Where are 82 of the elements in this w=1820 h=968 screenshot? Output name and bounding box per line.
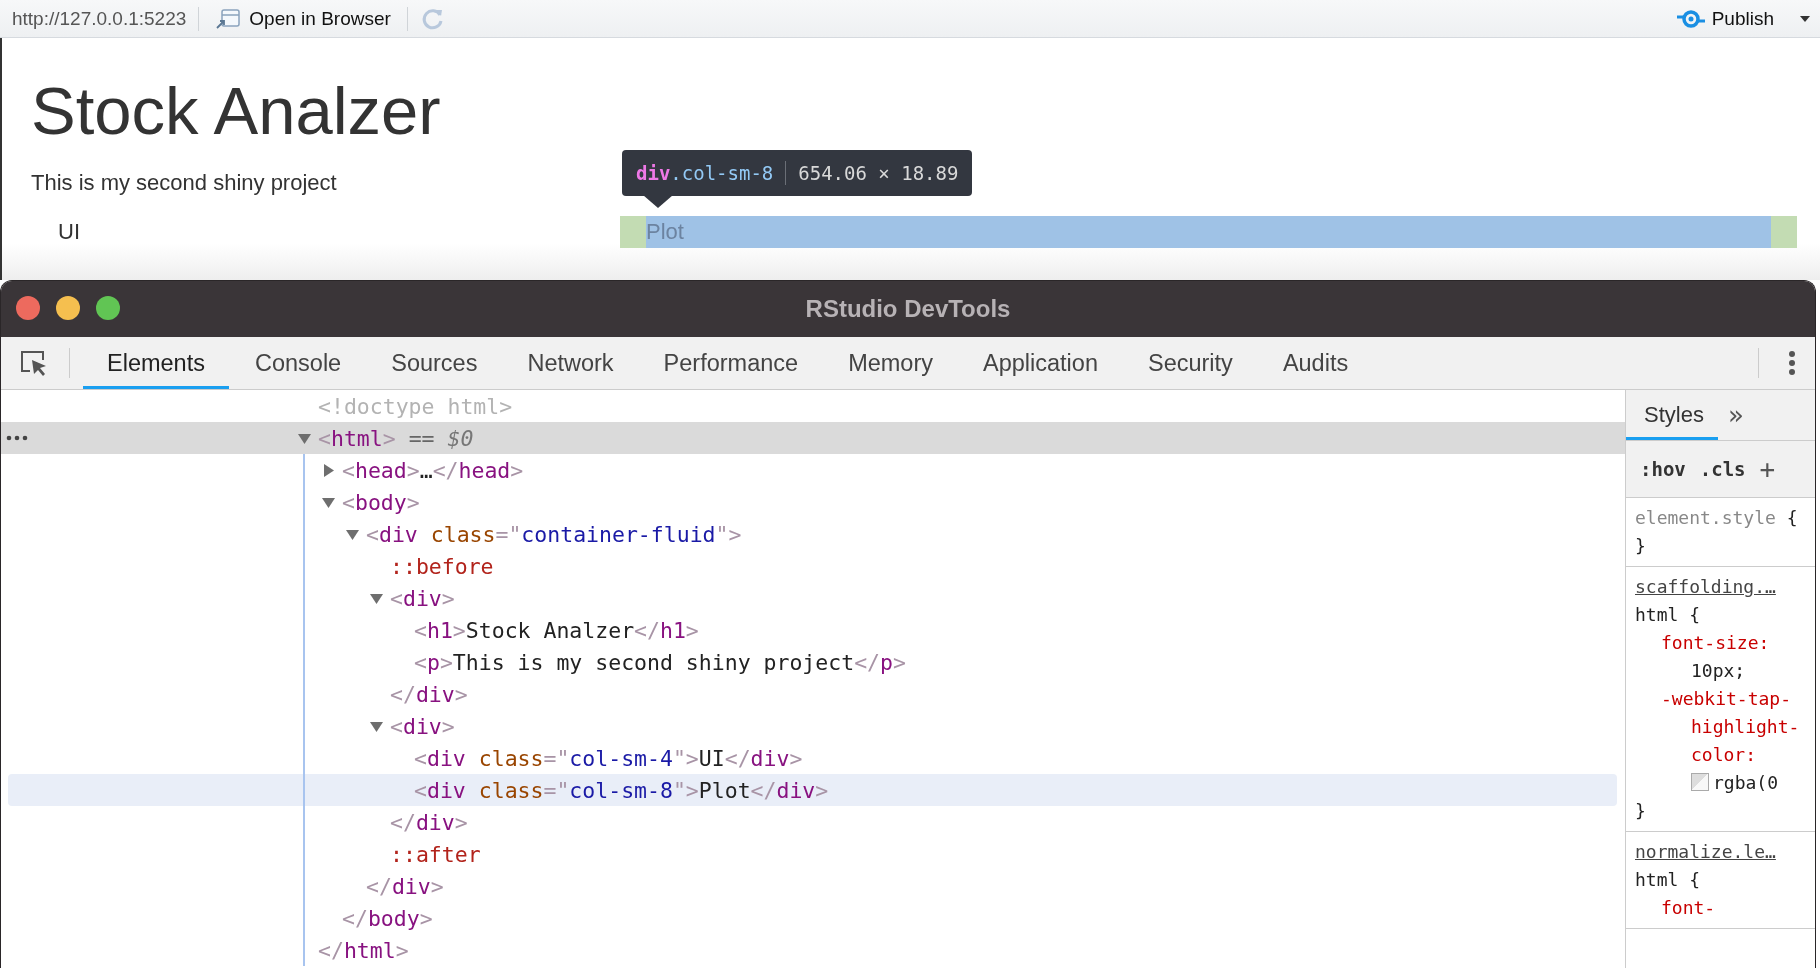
devtools-tab[interactable]: Security	[1124, 337, 1257, 389]
expand-arrow-icon[interactable]	[322, 464, 335, 477]
dom-node-text: <html> == $0	[318, 425, 474, 451]
devtools-tab[interactable]: Memory	[824, 337, 957, 389]
devtools-tab[interactable]: Elements	[83, 337, 229, 389]
dom-node-text: <head>…</head>	[342, 457, 524, 483]
dom-node-row[interactable]: <div class="col-sm-4">UI</div>	[1, 742, 1625, 774]
dom-node-row[interactable]: ::after	[1, 838, 1625, 870]
more-tabs-button[interactable]: »	[1717, 390, 1754, 440]
url-text: http://127.0.0.1:5223	[12, 7, 187, 30]
dom-node-row[interactable]: <div class="container-fluid">	[1, 518, 1625, 550]
dom-node-row[interactable]: </div>	[1, 678, 1625, 710]
expand-arrow-icon[interactable]	[298, 432, 311, 445]
expand-arrow-icon[interactable]	[370, 592, 383, 605]
open-in-browser-button[interactable]: Open in Browser	[211, 7, 395, 30]
style-filter-button[interactable]: :hov	[1636, 458, 1690, 480]
dom-node-row[interactable]: </html>	[1, 934, 1625, 966]
dom-node-text: </div>	[366, 873, 444, 899]
css-selector: html {	[1635, 603, 1702, 627]
dom-node-text: <div class="container-fluid">	[366, 521, 742, 547]
dom-node-text: </div>	[390, 681, 468, 707]
dom-node-row[interactable]: <div>	[1, 582, 1625, 614]
dom-node-row[interactable]: </div>	[1, 870, 1625, 902]
dom-node-row[interactable]: <body>	[1, 486, 1625, 518]
caret-icon[interactable]	[1798, 13, 1812, 24]
more-dots-icon[interactable]	[6, 435, 28, 441]
dom-node-text: <!doctype html>	[318, 393, 513, 419]
dom-node-text: <p>This is my second shiny project</p>	[414, 649, 906, 675]
dom-node-text: <div>	[390, 585, 455, 611]
minimize-window-button[interactable]	[56, 296, 80, 320]
dom-node-text: <div class="col-sm-8">Plot</div>	[414, 777, 829, 803]
dom-node-text: <div>	[390, 713, 455, 739]
devtools-tab[interactable]: Audits	[1258, 337, 1373, 389]
stylesheet-link[interactable]: normalize.le…	[1635, 838, 1809, 866]
css-declaration: font-	[1660, 896, 1717, 920]
css-declaration: font-size: 10px;	[1660, 631, 1771, 683]
close-window-button[interactable]	[16, 296, 40, 320]
highlighted-text: Plot	[646, 216, 1771, 248]
dom-node-text: <div class="col-sm-4">UI</div>	[414, 745, 803, 771]
devtools-tab[interactable]: Network	[503, 337, 638, 389]
dom-node-row[interactable]: <html> == $0	[1, 422, 1625, 454]
expand-arrow-icon[interactable]	[370, 720, 383, 733]
dom-node-row[interactable]: </body>	[1, 902, 1625, 934]
dom-node-row[interactable]: ::before	[1, 550, 1625, 582]
expand-arrow-icon[interactable]	[322, 496, 335, 509]
element-selector: div.col-sm-8	[636, 162, 774, 184]
dom-node-row[interactable]: <div class="col-sm-8">Plot</div>	[8, 774, 1617, 806]
css-selector: html {	[1635, 868, 1702, 892]
dom-node-row[interactable]: <p>This is my second shiny project</p>	[1, 646, 1625, 678]
devtools-tab[interactable]: Application	[959, 337, 1122, 389]
publish-button[interactable]: Publish	[1671, 7, 1778, 30]
window-title: RStudio DevTools	[805, 295, 1011, 323]
style-filter-button[interactable]: +	[1755, 454, 1780, 484]
dom-node-text: </html>	[318, 937, 409, 963]
css-selector: element.style {	[1635, 506, 1799, 530]
devtools-tab[interactable]: Sources	[367, 337, 502, 389]
column-text: UI	[58, 219, 80, 245]
dom-node-text: ::after	[390, 841, 481, 867]
dom-node-text: <body>	[342, 489, 420, 515]
dom-node-text: ::before	[390, 553, 494, 579]
element-size: 654.06 × 18.89	[798, 162, 959, 184]
dom-node-row[interactable]: <div>	[1, 710, 1625, 742]
closing-brace: }	[1635, 534, 1647, 558]
page-heading: Stock Analzer	[31, 75, 442, 147]
dom-node-row[interactable]: </div>	[1, 806, 1625, 838]
stylesheet-link[interactable]: scaffolding.…	[1635, 573, 1809, 601]
css-declaration: -webkit-tap-highlight-color: rgba(0	[1660, 687, 1801, 795]
window-arrow-icon	[215, 7, 242, 30]
closing-brace: }	[1635, 799, 1647, 823]
devtools-tab[interactable]: Performance	[639, 337, 823, 389]
dom-node-text: </div>	[390, 809, 468, 835]
publish-icon	[1675, 7, 1706, 30]
more-options-icon[interactable]	[1787, 349, 1797, 377]
dom-node-text: <h1>Stock Analzer</h1>	[414, 617, 699, 643]
style-filter-button[interactable]: .cls	[1695, 458, 1750, 480]
page-paragraph: This is my second shiny project	[31, 169, 337, 197]
dom-node-row[interactable]: <h1>Stock Analzer</h1>	[1, 614, 1625, 646]
devtools-tab[interactable]: Console	[230, 337, 366, 389]
dom-node-text: </body>	[342, 905, 433, 931]
zoom-window-button[interactable]	[96, 296, 120, 320]
dom-node-row[interactable]: <head>…</head>	[1, 454, 1625, 486]
expand-arrow-icon[interactable]	[346, 528, 359, 541]
